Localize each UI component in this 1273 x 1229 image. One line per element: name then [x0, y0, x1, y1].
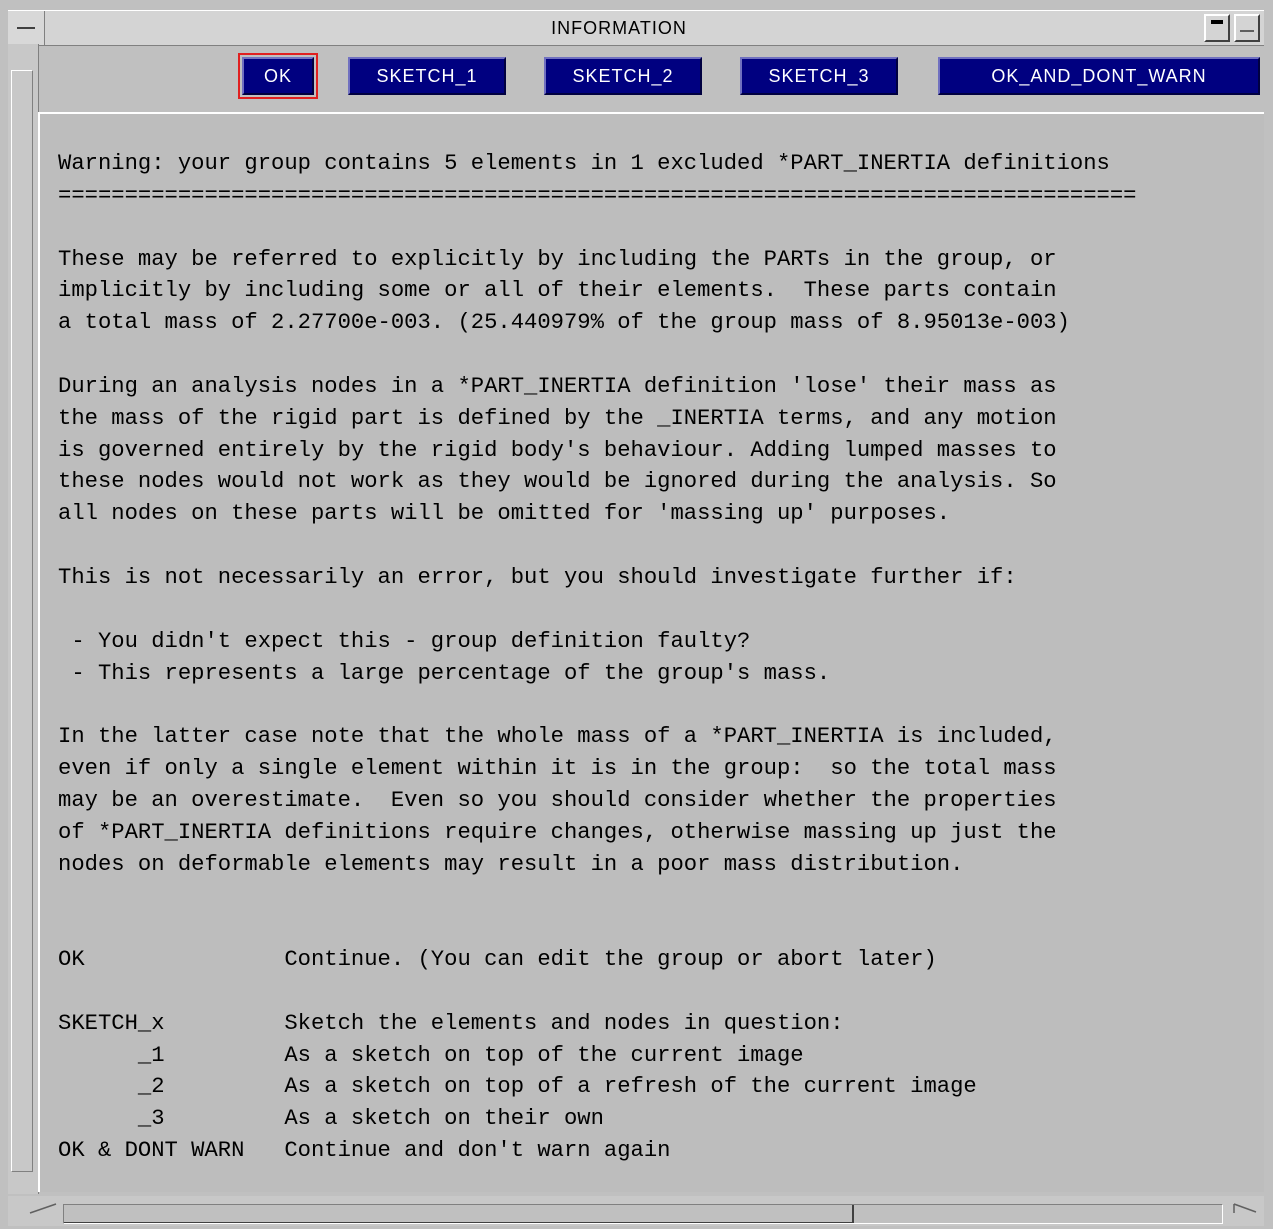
- ok-button[interactable]: OK: [238, 53, 318, 99]
- message-text: Warning: your group contains 5 elements …: [58, 151, 1137, 1164]
- maximize-icon[interactable]: [1234, 14, 1260, 42]
- scroll-right-icon[interactable]: [1230, 1202, 1260, 1214]
- button-row: OK SKETCH_1 SKETCH_2 SKETCH_3 OK_AND_DON…: [38, 48, 1264, 110]
- sketch-2-button[interactable]: SKETCH_2: [544, 57, 702, 95]
- ok-and-dont-warn-button[interactable]: OK_AND_DONT_WARN: [938, 57, 1260, 95]
- information-dialog: INFORMATION OK SKETCH_1 SKETCH_2 SKETCH_…: [0, 0, 1273, 1229]
- scrollbar-thumb[interactable]: [64, 1205, 854, 1223]
- scrollbar-track[interactable]: [63, 1204, 1223, 1224]
- sketch-3-button[interactable]: SKETCH_3: [740, 57, 898, 95]
- window-title: INFORMATION: [551, 18, 687, 38]
- message-panel: Warning: your group contains 5 elements …: [38, 112, 1264, 1192]
- title-bar[interactable]: INFORMATION: [8, 10, 1264, 46]
- window-menu-icon[interactable]: [8, 11, 45, 45]
- resize-handle[interactable]: [11, 70, 33, 1172]
- minimize-icon[interactable]: [1204, 14, 1230, 42]
- left-frame-rail: [8, 44, 39, 1194]
- scroll-left-icon[interactable]: [28, 1202, 58, 1214]
- horizontal-scrollbar[interactable]: [8, 1196, 1264, 1226]
- sketch-1-button[interactable]: SKETCH_1: [348, 57, 506, 95]
